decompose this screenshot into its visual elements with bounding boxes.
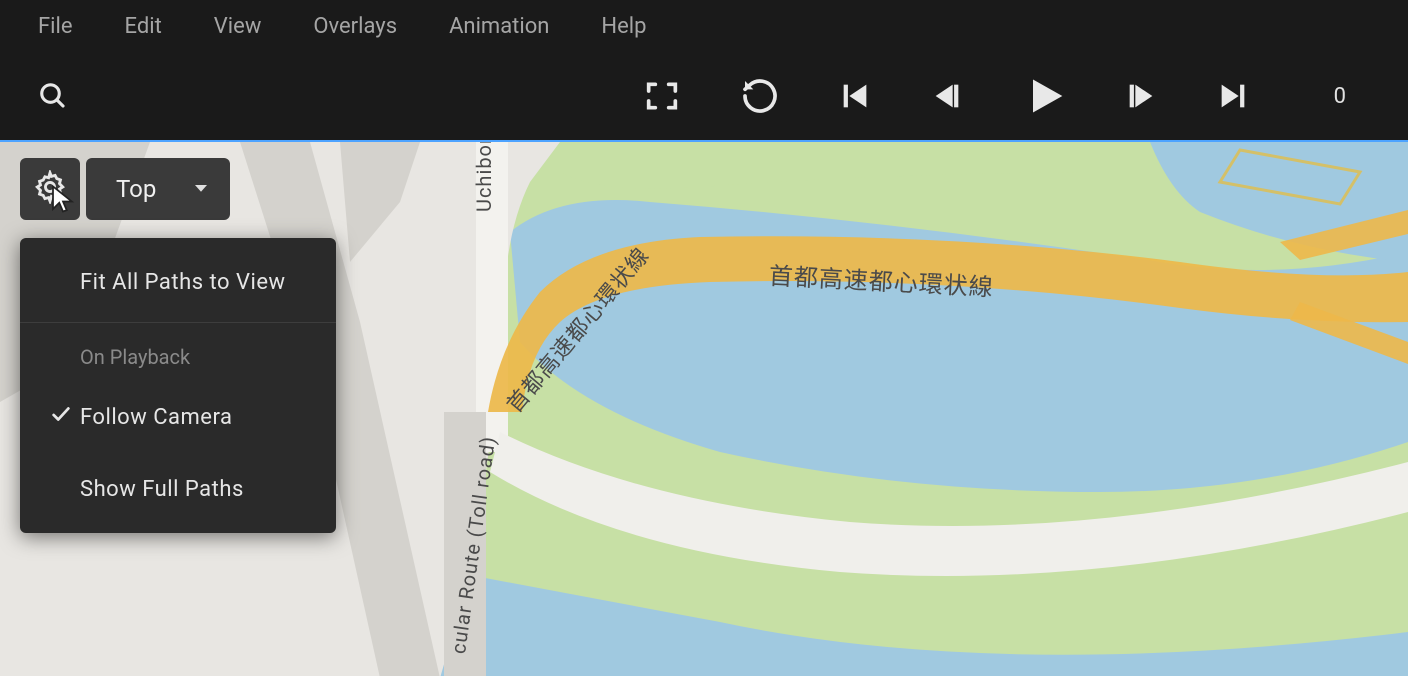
search-icon[interactable]	[38, 81, 68, 111]
loop-icon[interactable]	[740, 76, 780, 116]
menu-edit[interactable]: Edit	[125, 14, 162, 39]
menu-item-follow-camera[interactable]: Follow Camera	[20, 381, 336, 453]
road-label-street: Uchibori Dori	[472, 140, 496, 212]
menu-item-label: Follow Camera	[80, 405, 232, 430]
frame-counter: 0	[1334, 84, 1346, 109]
view-settings-menu: Fit All Paths to View On Playback Follow…	[20, 238, 336, 533]
menu-item-label: Fit All Paths to View	[80, 270, 286, 295]
skip-end-icon[interactable]	[1216, 79, 1250, 113]
menu-item-show-full-paths[interactable]: Show Full Paths	[20, 453, 336, 525]
menu-section-on-playback: On Playback	[20, 327, 336, 381]
step-forward-icon[interactable]	[1124, 79, 1158, 113]
menu-separator	[20, 322, 336, 323]
fullscreen-icon[interactable]	[642, 76, 682, 116]
checkmark-icon	[50, 403, 72, 431]
view-settings-button[interactable]	[20, 158, 80, 220]
menu-help[interactable]: Help	[601, 14, 646, 39]
menu-overlays[interactable]: Overlays	[313, 14, 397, 39]
gear-icon	[33, 170, 67, 208]
chevron-down-icon	[192, 175, 210, 203]
toolbar: 0	[0, 52, 1408, 140]
play-icon[interactable]	[1022, 74, 1066, 118]
menu-view[interactable]: View	[214, 14, 262, 39]
map-viewport[interactable]: Uchibori Dori 首都高速都心環状線 首都高速都心環状線 cular …	[0, 140, 1408, 676]
menu-animation[interactable]: Animation	[449, 14, 549, 39]
view-mode-label: Top	[116, 175, 156, 203]
step-back-icon[interactable]	[930, 79, 964, 113]
skip-start-icon[interactable]	[838, 79, 872, 113]
menu-item-fit-paths[interactable]: Fit All Paths to View	[20, 246, 336, 318]
menu-file[interactable]: File	[38, 14, 73, 39]
menu-item-label: Show Full Paths	[80, 477, 244, 502]
view-mode-select[interactable]: Top	[86, 158, 230, 220]
view-controls: Top	[20, 158, 230, 220]
menubar: File Edit View Overlays Animation Help	[0, 0, 1408, 52]
